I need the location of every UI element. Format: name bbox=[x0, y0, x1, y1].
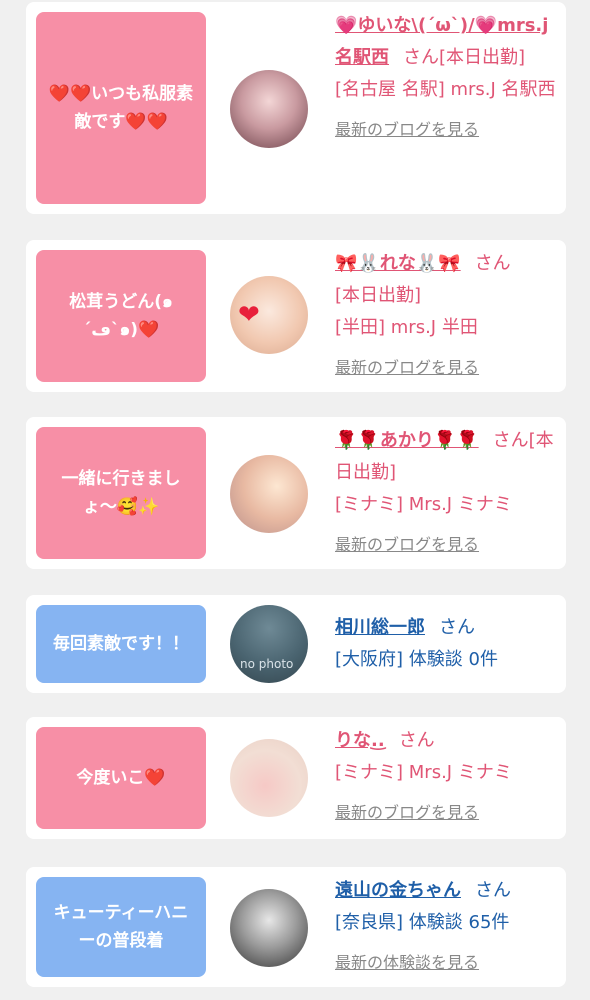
info-block: 遠山の金ちゃん さん [奈良県] 体験談 65件 最新の体験談を見る bbox=[335, 875, 557, 979]
message-bubble: 松茸うどん(๑´ڡ`๑)❤️ bbox=[36, 250, 206, 382]
info-block: 🎀🐰れな🐰🎀 さん [本日出勤] [半田] mrs.J 半田 最新のブログを見る bbox=[335, 248, 557, 384]
avatar[interactable] bbox=[230, 70, 308, 148]
message-bubble: キューティーハニーの普段着 bbox=[36, 877, 206, 977]
message-card: 松茸うどん(๑´ڡ`๑)❤️ ❤ 🎀🐰れな🐰🎀 さん [本日出勤] [半田] mr… bbox=[26, 240, 566, 392]
user-name-link[interactable]: 相川総一郎 bbox=[335, 617, 425, 638]
avatar[interactable] bbox=[230, 889, 308, 967]
message-bubble: 一緒に行きましょ〜🥰✨ bbox=[36, 427, 206, 559]
honorific: さん bbox=[475, 880, 511, 901]
message-card: 今度いこ❤️ りな.͜. さん [ミナミ] Mrs.J ミナミ 最新のブログを見る bbox=[26, 717, 566, 839]
honorific: さん bbox=[492, 430, 529, 451]
blog-link[interactable]: 最新のブログを見る bbox=[335, 114, 557, 146]
review-link[interactable]: 最新の体験談を見る bbox=[335, 947, 557, 979]
message-text: ❤️❤️いつも私服素敵です❤️❤️ bbox=[48, 84, 194, 132]
no-photo-label: no photo bbox=[240, 657, 294, 671]
info-block: 🌹🌹あかり🌹🌹 さん[本日出勤] [ミナミ] Mrs.J ミナミ 最新のブログを見… bbox=[335, 425, 557, 561]
avatar[interactable]: no photo bbox=[230, 605, 308, 683]
location: [奈良県] 体験談 65件 bbox=[335, 912, 510, 933]
avatar[interactable]: ❤ bbox=[230, 276, 308, 354]
location: [ミナミ] Mrs.J ミナミ bbox=[335, 494, 512, 515]
message-text: 今度いこ❤️ bbox=[76, 768, 166, 788]
message-text: 松茸うどん(๑´ڡ`๑)❤️ bbox=[69, 292, 173, 340]
user-name-link[interactable]: 🌹🌹あかり🌹🌹 bbox=[335, 430, 479, 451]
info-block: りな.͜. さん [ミナミ] Mrs.J ミナミ 最新のブログを見る bbox=[335, 725, 557, 829]
blog-link[interactable]: 最新のブログを見る bbox=[335, 797, 557, 829]
info-block: 💗ゆいな\(´ω`)/💗mrs.j名駅西 さん[本日出勤] [名古屋 名駅] mr… bbox=[335, 10, 557, 146]
user-name-link[interactable]: 遠山の金ちゃん bbox=[335, 880, 461, 901]
message-text: 一緒に行きましょ〜🥰✨ bbox=[61, 469, 181, 517]
location: [ミナミ] Mrs.J ミナミ bbox=[335, 762, 512, 783]
honorific: さん bbox=[398, 730, 435, 751]
message-text: 毎回素敵です！！ bbox=[53, 634, 189, 654]
status: [本日出勤] bbox=[335, 285, 422, 306]
location: [半田] mrs.J 半田 bbox=[335, 317, 478, 338]
location: [名古屋 名駅] mrs.J 名駅西 bbox=[335, 79, 556, 100]
message-card: 毎回素敵です！！ no photo 相川総一郎 さん [大阪府] 体験談 0件 bbox=[26, 595, 566, 693]
message-bubble: 今度いこ❤️ bbox=[36, 727, 206, 829]
honorific: さん bbox=[474, 253, 511, 274]
blog-link[interactable]: 最新のブログを見る bbox=[335, 529, 557, 561]
info-block: 相川総一郎 さん [大阪府] 体験談 0件 bbox=[335, 612, 557, 676]
avatar[interactable] bbox=[230, 455, 308, 533]
status: [本日出勤] bbox=[439, 47, 526, 68]
honorific: さん bbox=[439, 617, 475, 638]
message-text: キューティーハニーの普段着 bbox=[53, 903, 189, 951]
blog-link[interactable]: 最新のブログを見る bbox=[335, 352, 557, 384]
message-bubble: 毎回素敵です！！ bbox=[36, 605, 206, 683]
message-card: ❤️❤️いつも私服素敵です❤️❤️ 💗ゆいな\(´ω`)/💗mrs.j名駅西 さん… bbox=[26, 2, 566, 214]
message-card: キューティーハニーの普段着 遠山の金ちゃん さん [奈良県] 体験談 65件 最新… bbox=[26, 867, 566, 987]
heart-icon: ❤ bbox=[238, 300, 260, 330]
message-card: 一緒に行きましょ〜🥰✨ 🌹🌹あかり🌹🌹 さん[本日出勤] [ミナミ] Mrs.J … bbox=[26, 417, 566, 569]
avatar[interactable] bbox=[230, 739, 308, 817]
user-name-link[interactable]: 🎀🐰れな🐰🎀 bbox=[335, 253, 461, 274]
location: [大阪府] 体験談 0件 bbox=[335, 649, 498, 670]
message-bubble: ❤️❤️いつも私服素敵です❤️❤️ bbox=[36, 12, 206, 204]
honorific: さん bbox=[403, 47, 439, 68]
user-name-link[interactable]: りな.͜. bbox=[335, 730, 385, 751]
